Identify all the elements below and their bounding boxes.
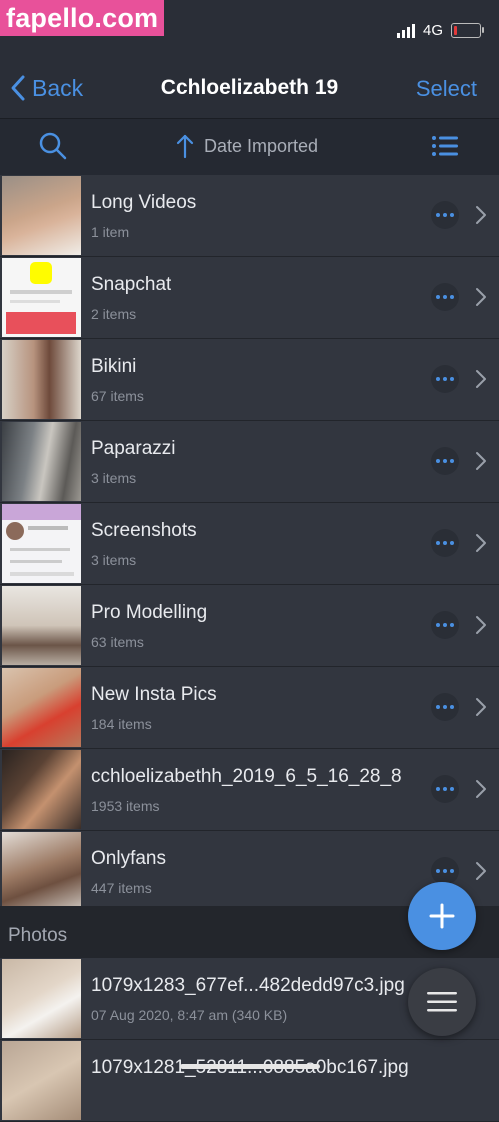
folder-thumbnail [2,422,81,501]
folder-row-long-videos[interactable]: Long Videos 1 item [0,175,499,257]
chevron-right-icon [476,206,486,224]
search-icon [39,132,67,160]
folder-row-screenshots[interactable]: Screenshots 3 items [0,503,499,585]
folder-row-pro-modelling[interactable]: Pro Modelling 63 items [0,585,499,667]
section-title: Photos [8,925,68,946]
menu-button[interactable] [408,968,476,1036]
folder-count: 2 items [91,306,137,322]
photo-row[interactable]: 1079x1281_52811...0885a0bc167.jpg [0,1040,499,1122]
folder-thumbnail [2,258,81,337]
battery-icon [451,23,484,38]
folder-count: 1 item [91,224,130,240]
more-options-button[interactable] [431,283,459,311]
folder-name: Paparazzi [91,438,176,459]
list-icon [432,136,458,156]
arrow-up-icon [176,134,194,159]
back-label: Back [32,74,84,101]
folder-name: Onlyfans [91,848,166,869]
more-options-button[interactable] [431,611,459,639]
folder-name: Long Videos [91,192,197,213]
view-mode-button[interactable] [431,135,459,162]
plus-icon [429,903,455,929]
photo-meta: 07 Aug 2020, 8:47 am (340 KB) [91,1007,288,1023]
folder-list: Long Videos 1 item Snapchat 2 items Biki… [0,175,499,913]
folder-row-cchloelizabethh[interactable]: cchloelizabethh_2019_6_5_16_28_8 1953 it… [0,749,499,831]
chevron-right-icon [476,288,486,306]
folder-count: 3 items [91,552,137,568]
watermark-logo: fapello.com [0,0,165,36]
folder-row-paparazzi[interactable]: Paparazzi 3 items [0,421,499,503]
folder-name: Bikini [91,356,137,377]
folder-count: 3 items [91,470,137,486]
more-options-button[interactable] [431,201,459,229]
chevron-right-icon [476,452,486,470]
search-button[interactable] [38,131,68,166]
signal-icon [396,23,415,38]
photo-thumbnail [2,959,81,1038]
more-options-button[interactable] [431,693,459,721]
folder-count: 1953 items [91,798,160,814]
folder-row-snapchat[interactable]: Snapchat 2 items [0,257,499,339]
folder-thumbnail [2,504,81,583]
network-type: 4G [422,22,443,39]
folder-name: Snapchat [91,274,172,295]
folder-name: Pro Modelling [91,602,208,623]
folder-thumbnail [2,176,81,255]
navigation-bar: Back Cchloelizabeth 19 Select [0,62,499,118]
photo-name: 1079x1283_677ef...482dedd97c3.jpg [91,975,405,996]
chevron-right-icon [476,698,486,716]
folder-row-bikini[interactable]: Bikini 67 items [0,339,499,421]
photo-thumbnail [2,1041,81,1120]
back-button[interactable]: Back [10,74,83,102]
folder-count: 63 items [91,634,144,650]
folder-name: New Insta Pics [91,684,217,705]
sort-button[interactable]: Date Imported [176,133,318,159]
folder-thumbnail [2,586,81,665]
more-options-button[interactable] [431,529,459,557]
sort-label: Date Imported [204,135,319,156]
folder-name: cchloelizabethh_2019_6_5_16_28_8 [91,766,402,787]
more-options-button[interactable] [431,365,459,393]
chevron-right-icon [476,616,486,634]
folder-thumbnail [2,832,81,911]
hamburger-menu-icon [427,992,457,1012]
chevron-right-icon [476,780,486,798]
chevron-right-icon [476,370,486,388]
folder-thumbnail [2,750,81,829]
more-options-button[interactable] [431,447,459,475]
folder-row-new-insta-pics[interactable]: New Insta Pics 184 items [0,667,499,749]
select-button[interactable]: Select [416,76,477,102]
chevron-right-icon [476,862,486,880]
folder-name: Screenshots [91,520,197,541]
folder-count: 184 items [91,716,152,732]
chevron-left-icon [11,75,25,101]
folder-count: 67 items [91,388,144,404]
folder-count: 447 items [91,880,152,896]
more-options-button[interactable] [431,857,459,885]
folder-thumbnail [2,340,81,419]
chevron-right-icon [476,534,486,552]
home-indicator [180,1064,320,1069]
toolbar: Date Imported [0,118,499,175]
folder-thumbnail [2,668,81,747]
more-options-button[interactable] [431,775,459,803]
add-button[interactable] [408,882,476,950]
